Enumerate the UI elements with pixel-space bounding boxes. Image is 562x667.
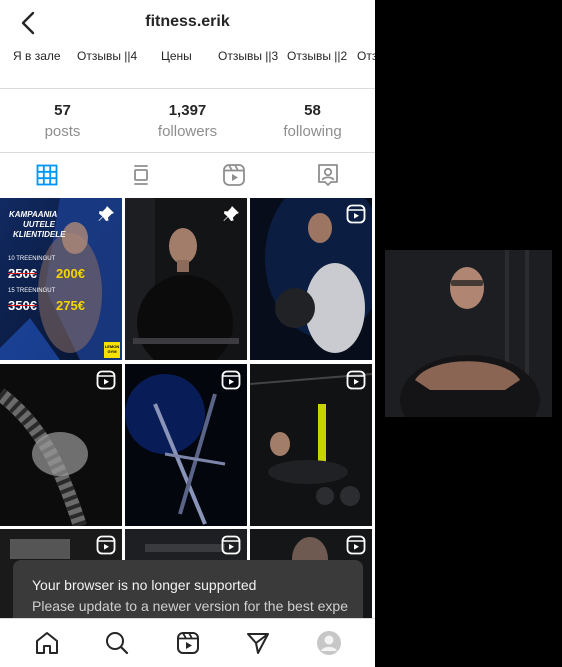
toast-title: Your browser is no longer supported (32, 577, 257, 593)
trainer-photo (385, 250, 552, 417)
stat-value: 58 (304, 102, 321, 119)
profile-icon[interactable] (316, 630, 342, 656)
stat-posts: 57 posts (0, 102, 125, 140)
post-tile[interactable] (125, 198, 247, 360)
stat-label: following (283, 123, 342, 140)
promo-offer-label: 15 TREENINGUT (8, 288, 56, 294)
reel-badge-icon (346, 204, 366, 224)
profile-photo-preview (385, 250, 552, 417)
stat-value: 1,397 (168, 102, 207, 119)
stat-label: followers (157, 123, 218, 140)
stat-value: 57 (54, 102, 71, 119)
highlight-label[interactable]: Цены (161, 49, 192, 63)
stat-following[interactable]: 58 following (250, 102, 375, 140)
header: fitness.erik (0, 0, 375, 44)
post-tile[interactable] (0, 364, 122, 526)
highlight-label[interactable]: Отзывы ||4 (77, 49, 137, 63)
promo-title-line: UUTELE (23, 220, 55, 229)
divider (0, 88, 375, 89)
story-highlights: Я в зале Отзывы ||4 Цены Отзывы ||3 Отзы… (0, 44, 375, 70)
promo-offer-label: 10 TREENINGUT (8, 256, 56, 262)
highlight-label[interactable]: Отзывы ||2 (287, 49, 347, 63)
promo-old-price: 250€ (8, 266, 37, 281)
tagged-icon[interactable] (314, 161, 342, 189)
post-tile[interactable] (125, 364, 247, 526)
post-promo-tile[interactable]: KAMPAANIA UUTELE KLIENTIDELE 10 TREENING… (0, 198, 122, 360)
promo-new-price: 200€ (56, 266, 85, 281)
pin-icon (223, 206, 239, 221)
profile-username: fitness.erik (145, 13, 230, 30)
search-icon[interactable] (104, 630, 130, 656)
post-tile[interactable] (250, 198, 372, 360)
grid-icon[interactable] (33, 161, 61, 189)
home-icon[interactable] (34, 630, 60, 656)
direct-icon[interactable] (245, 630, 271, 656)
promo-old-price: 350€ (8, 298, 37, 313)
reel-badge-icon (346, 370, 366, 390)
highlight-label[interactable]: Отзывы ||3 (218, 49, 278, 63)
reels-icon[interactable] (175, 630, 201, 656)
reel-badge-icon (346, 535, 366, 555)
reel-badge-icon (96, 370, 116, 390)
highlight-label[interactable]: Отз (357, 49, 375, 63)
promo-new-price: 275€ (56, 298, 85, 313)
reel-badge-icon (221, 370, 241, 390)
reels-icon[interactable] (220, 161, 248, 189)
feed-icon[interactable] (127, 161, 155, 189)
pin-icon (98, 206, 114, 221)
promo-title-line: KLIENTIDELE (13, 230, 66, 239)
promo-brand: LEMON GYM (104, 344, 120, 354)
reel-badge-icon (96, 535, 116, 555)
promo-title: KAMPAANIA UUTELE KLIENTIDELE (9, 210, 65, 240)
highlight-label[interactable]: Я в зале (13, 49, 61, 63)
toast-message: Please update to a newer version for the… (32, 598, 348, 614)
stat-label: posts (44, 123, 81, 140)
instagram-profile-page: fitness.erik Я в зале Отзывы ||4 Цены От… (0, 0, 375, 667)
post-tile[interactable] (250, 364, 372, 526)
reel-badge-icon (221, 535, 241, 555)
promo-title-line: KAMPAANIA (9, 210, 58, 219)
bottom-nav (0, 618, 375, 667)
divider (0, 152, 375, 153)
stat-followers[interactable]: 1,397 followers (125, 102, 250, 140)
